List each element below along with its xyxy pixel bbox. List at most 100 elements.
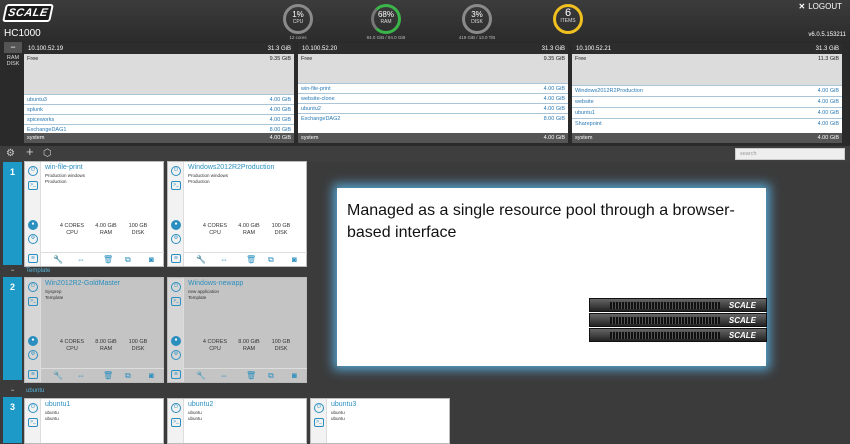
snapshot-icon[interactable]: ◙ bbox=[149, 371, 154, 381]
console-icon[interactable]: >_ bbox=[28, 418, 38, 427]
snapshot-icon[interactable]: ◙ bbox=[292, 255, 297, 265]
vm-actions: 🔧 ⇔ 🗑 ⧉ ◙ bbox=[41, 252, 164, 266]
clone-icon[interactable]: ⧉ bbox=[125, 255, 131, 265]
server-brand: SCALE bbox=[728, 316, 756, 325]
add-icon[interactable]: + bbox=[26, 145, 34, 158]
group-collapse-icon[interactable]: − bbox=[3, 268, 22, 275]
clone-icon[interactable]: ⧉ bbox=[125, 371, 131, 381]
console-icon[interactable]: >_ bbox=[28, 297, 38, 306]
ram-disk-toggle[interactable]: − RAM DISK bbox=[4, 42, 22, 88]
node-vm-row[interactable]: win-file-print 4.00 GiB bbox=[298, 83, 568, 93]
power-icon[interactable]: ⏻ bbox=[171, 403, 181, 413]
node-vm-row[interactable]: splunk 4.00 GiB bbox=[24, 104, 294, 114]
gear-icon[interactable]: ⚙ bbox=[171, 350, 181, 360]
vm-card[interactable]: ⏻ >_ ● ⚙ ≋ Win2012R2-GoldMaster Sysprep T… bbox=[24, 277, 164, 383]
vm-name[interactable]: Win2012R2-GoldMaster bbox=[45, 280, 120, 287]
trash-icon[interactable]: 🗑 bbox=[103, 255, 113, 265]
vm-card[interactable]: ⏻ >_ ubuntu2 ubuntu ubuntu bbox=[167, 398, 307, 444]
trash-icon[interactable]: 🗑 bbox=[246, 255, 256, 265]
info-icon[interactable]: ● bbox=[28, 220, 38, 230]
vm-name[interactable]: win-file-print bbox=[45, 164, 83, 171]
trash-icon[interactable]: 🗑 bbox=[103, 371, 113, 381]
cpu-gauge-sub: 12 cores bbox=[289, 35, 307, 40]
node-vm-row[interactable]: Sharepoint 4.00 GiB bbox=[572, 118, 842, 133]
items-gauge[interactable]: 6 ITEMS bbox=[553, 4, 583, 34]
vm-name[interactable]: ubuntu1 bbox=[45, 401, 70, 408]
collapse-icon[interactable]: − bbox=[4, 42, 22, 53]
move-icon[interactable]: ⇔ bbox=[77, 255, 85, 265]
vm-card[interactable]: ⏻ >_ ubuntu1 ubuntu ubuntu bbox=[24, 398, 164, 444]
group-label[interactable]: ubuntu bbox=[22, 388, 850, 395]
console-icon[interactable]: >_ bbox=[28, 181, 38, 190]
cpu-value: 4 CORES bbox=[59, 339, 85, 345]
node-vm-row[interactable]: ubuntu2 4.00 GiB bbox=[298, 103, 568, 113]
vm-name[interactable]: ubuntu2 bbox=[188, 401, 213, 408]
scale-logo[interactable]: SCALE bbox=[2, 4, 54, 22]
vm-tags: ubuntu bbox=[188, 415, 202, 421]
disk-gauge-sub: 419 GiB / 13.0 TiB bbox=[458, 35, 496, 40]
node-vm-row[interactable]: website-clone 4.00 GiB bbox=[298, 93, 568, 103]
vm-card[interactable]: ⏻ >_ ubuntu3 ubuntu ubuntu bbox=[310, 398, 450, 444]
snapshot-icon[interactable]: ◙ bbox=[149, 255, 154, 265]
move-icon[interactable]: ⇔ bbox=[77, 371, 85, 381]
group-collapse-icon[interactable]: − bbox=[3, 388, 22, 395]
console-icon[interactable]: >_ bbox=[171, 297, 181, 306]
console-icon[interactable]: >_ bbox=[171, 418, 181, 427]
vm-name[interactable]: Windows2012R2Production bbox=[188, 164, 274, 171]
wrench-icon[interactable]: 🔧 bbox=[196, 255, 206, 265]
vm-actions: 🔧 ⇔ 🗑 ⧉ ◙ bbox=[184, 368, 307, 382]
disk-label[interactable]: DISK bbox=[4, 61, 22, 67]
free-value: 9.35 GiB bbox=[269, 56, 291, 62]
node-vm-row[interactable]: ubuntu1 4.00 GiB bbox=[572, 107, 842, 117]
power-icon[interactable]: ⏻ bbox=[28, 403, 38, 413]
snapshot-icon[interactable]: ◙ bbox=[292, 371, 297, 381]
wrench-icon[interactable]: 🔧 bbox=[53, 371, 63, 381]
layers-icon[interactable]: ≋ bbox=[28, 370, 38, 379]
settings-icon[interactable]: ⚙ bbox=[6, 148, 15, 160]
power-icon[interactable]: ⏻ bbox=[171, 282, 181, 292]
node-vm-row[interactable]: Windows2012R2Production 4.00 GiB bbox=[572, 85, 842, 95]
wrench-icon[interactable]: 🔧 bbox=[196, 371, 206, 381]
gear-icon[interactable]: ⚙ bbox=[28, 234, 38, 244]
gear-icon[interactable]: ⚙ bbox=[28, 350, 38, 360]
trash-icon[interactable]: 🗑 bbox=[246, 371, 256, 381]
node-vm-row[interactable]: spiceworks 4.00 GiB bbox=[24, 114, 294, 124]
power-icon[interactable]: ⏻ bbox=[28, 282, 38, 292]
info-icon[interactable]: ● bbox=[28, 336, 38, 346]
vm-name[interactable]: ubuntu3 bbox=[331, 401, 356, 408]
search-input[interactable]: search bbox=[735, 148, 845, 160]
vm-card[interactable]: ⏻ >_ ● ⚙ ≋ Windows2012R2Production Produ… bbox=[167, 161, 307, 267]
info-icon[interactable]: ● bbox=[171, 220, 181, 230]
disk-label: DISK bbox=[274, 230, 288, 236]
vm-description: new application Template bbox=[188, 289, 219, 300]
vm-name[interactable]: Windows-newapp bbox=[188, 280, 243, 287]
layers-icon[interactable]: ≋ bbox=[171, 254, 181, 263]
gear-icon[interactable]: ⚙ bbox=[171, 234, 181, 244]
move-icon[interactable]: ⇔ bbox=[220, 371, 228, 381]
import-icon[interactable]: ⬡ bbox=[43, 148, 52, 160]
console-icon[interactable]: >_ bbox=[314, 418, 324, 427]
clone-icon[interactable]: ⧉ bbox=[268, 371, 274, 381]
move-icon[interactable]: ⇔ bbox=[220, 255, 228, 265]
disk-label: DISK bbox=[131, 230, 145, 236]
power-icon[interactable]: ⏻ bbox=[171, 166, 181, 176]
layers-icon[interactable]: ≋ bbox=[28, 254, 38, 263]
clone-icon[interactable]: ⧉ bbox=[268, 255, 274, 265]
vm-card[interactable]: ⏻ >_ ● ⚙ ≋ Windows-newapp new applicatio… bbox=[167, 277, 307, 383]
node-vm-row[interactable]: ubuntu3 4.00 GiB bbox=[24, 94, 294, 104]
layers-icon[interactable]: ≋ bbox=[171, 370, 181, 379]
console-icon[interactable]: >_ bbox=[171, 181, 181, 190]
top-bar: SCALE HC1000 1% CPU 12 cores 68% RAM 84.… bbox=[0, 0, 850, 42]
node-vm-row[interactable]: ExchangeDAG1 8.00 GiB bbox=[24, 124, 294, 133]
node-vm-row[interactable]: ExchangeDAG2 8.00 GiB bbox=[298, 113, 568, 133]
power-icon[interactable]: ⏻ bbox=[28, 166, 38, 176]
vm-card[interactable]: ⏻ >_ ● ⚙ ≋ win-file-print Production win… bbox=[24, 161, 164, 267]
info-icon[interactable]: ● bbox=[171, 336, 181, 346]
ram-label: RAM bbox=[242, 346, 256, 352]
power-icon[interactable]: ⏻ bbox=[314, 403, 324, 413]
vm-row-size: 4.00 GiB bbox=[817, 110, 839, 116]
wrench-icon[interactable]: 🔧 bbox=[53, 255, 63, 265]
node-vm-row[interactable]: website 4.00 GiB bbox=[572, 96, 842, 106]
logout-button[interactable]: ✕ LOGOUT bbox=[799, 2, 842, 11]
cpu-value: 4 CORES bbox=[59, 223, 85, 229]
